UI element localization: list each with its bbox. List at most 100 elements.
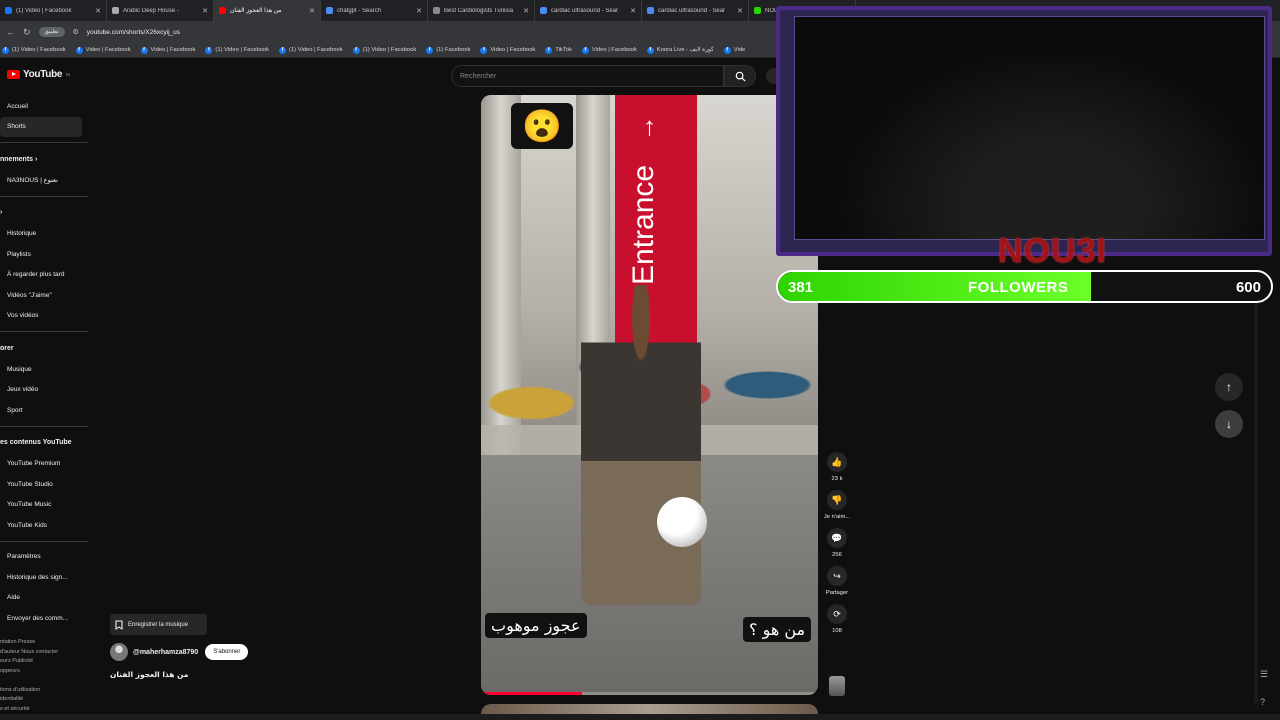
sidebar-item-help[interactable]: Aide (0, 588, 90, 609)
sidebar-item-feedback[interactable]: Envoyer des comm... (0, 608, 90, 629)
action-remix[interactable]: ⟳ 108 (827, 604, 847, 634)
bookmark-label: (1) Facebook (436, 47, 471, 53)
footer-link[interactable]: tions d'utilisation (0, 686, 90, 696)
sidebar-item-music[interactable]: Musique (0, 359, 90, 380)
video-title: من هذا العجوز الفنان (110, 670, 189, 679)
footer-link[interactable]: oppeurs (0, 667, 90, 677)
sidebar-heading-subscriptions[interactable]: nnements › (0, 148, 90, 170)
bookmark-item[interactable]: f (1) Video | Facebook (205, 46, 270, 54)
bookmark-item[interactable]: f Video | Facebook (480, 46, 535, 54)
browser-tab[interactable]: (1) Video | Facebook ✕ (0, 0, 107, 21)
browser-tab[interactable]: cardiac ultrasound - Sear ✕ (535, 0, 642, 21)
scrollbar[interactable] (1254, 303, 1258, 703)
sidebar-item-playlists[interactable]: Playlists (0, 244, 90, 265)
close-icon[interactable]: ✕ (95, 7, 101, 15)
app-chip[interactable]: تطبيق (38, 27, 65, 37)
footer-link[interactable]: d'auteur Nous contacter (0, 648, 90, 658)
subscribe-button[interactable]: S'abonner (205, 644, 249, 660)
share-icon[interactable]: ↪ (826, 566, 847, 586)
tab-title: Arabic Deep House - (123, 7, 179, 14)
close-icon[interactable]: ✕ (737, 7, 743, 15)
previous-short-button[interactable]: ↑ (1215, 373, 1243, 401)
save-music-button[interactable]: Enregistrer la musique (110, 614, 207, 635)
site-info-icon[interactable]: ⚙ (73, 28, 79, 36)
footer-link[interactable]: eurs Publicité (0, 657, 90, 667)
sidebar-item-kids[interactable]: YouTube Kids (0, 515, 90, 536)
bookmark-item[interactable]: f (1) Video | Facebook (352, 46, 416, 54)
search-input[interactable]: Rechercher (451, 65, 724, 87)
bookmark-item[interactable]: f Video | Facebook (140, 46, 195, 54)
channel-name[interactable]: @maherhamza8790 (133, 649, 198, 656)
action-thumb-down[interactable]: 👎 Je n'aim... (824, 490, 850, 520)
search-icon (735, 71, 746, 82)
browser-tab[interactable]: من هذا العجوز الفنان ✕ (214, 0, 321, 21)
sidebar-item-report-history[interactable]: Historique des sign... (0, 567, 90, 588)
close-icon[interactable]: ✕ (202, 7, 208, 15)
footer-link[interactable]: ntation Presse (0, 638, 90, 648)
bookmark-item[interactable]: f Video | Facebook (581, 46, 637, 54)
sidebar-item-watch-later[interactable]: À regarder plus tard (0, 265, 90, 286)
tab-title: (1) Video | Facebook (16, 7, 72, 14)
bookmark-item[interactable]: f (1) Video | Facebook (2, 46, 66, 54)
sidebar-item-subscription[interactable]: NA3NOUS | نعنوع (0, 170, 90, 191)
thumb-down-icon[interactable]: 👎 (827, 490, 847, 510)
browser-tab[interactable]: Arabic Deep House - ✕ (107, 0, 214, 21)
browser-tab[interactable]: cardiac ultrasound - Sear ✕ (642, 0, 749, 21)
sidebar-item-gaming[interactable]: Jeux vidéo (0, 380, 90, 401)
caption-right: من هو ؟ (743, 617, 812, 642)
bookmark-item[interactable]: f Vide (723, 46, 745, 54)
sidebar-item-your-videos[interactable]: Vos vidéos (0, 306, 90, 327)
sidebar-item-premium[interactable]: YouTube Premium (0, 454, 90, 475)
next-short-button[interactable]: ↓ (1215, 410, 1243, 438)
reload-icon[interactable]: ↻ (23, 27, 31, 38)
youtube-logo[interactable]: YouTube TN (7, 69, 70, 80)
close-icon[interactable]: ✕ (630, 7, 636, 15)
sidebar-item-music-app[interactable]: YouTube Music (0, 495, 90, 516)
footer-link[interactable]: identialité (0, 695, 90, 705)
thumb-up-icon[interactable]: 👍 (827, 452, 847, 472)
close-icon[interactable]: ✕ (416, 7, 422, 15)
bookmark-item[interactable]: f Video | Facebook (75, 46, 131, 54)
remix-icon[interactable]: ⟳ (827, 604, 847, 624)
video-progress-bar[interactable] (481, 692, 818, 695)
close-icon[interactable]: ✕ (309, 7, 315, 15)
browser-tab[interactable]: chatgpt - Search ✕ (321, 0, 428, 21)
bookmark-item[interactable]: f Koora Live - كورة لايف (646, 46, 714, 54)
bookmark-item[interactable]: f TikTok (545, 46, 572, 54)
action-comment[interactable]: 💬 256 (827, 528, 847, 558)
tab-favicon-icon (540, 7, 547, 14)
banner-arrow-icon: ↑ (643, 111, 656, 141)
sidebar-item-studio[interactable]: YouTube Studio (0, 474, 90, 495)
action-label: 256 (832, 552, 842, 558)
footer-link[interactable]: s et sécurité (0, 705, 90, 715)
sidebar-item-sport[interactable]: Sport (0, 400, 90, 421)
footer-link[interactable] (0, 676, 90, 686)
close-icon[interactable]: ✕ (523, 7, 529, 15)
back-icon[interactable]: ← (6, 27, 15, 37)
tab-title: cardiac ultrasound - Sear (551, 7, 619, 14)
action-label: Je n'aim... (823, 514, 851, 520)
sound-thumbnail[interactable] (829, 676, 845, 696)
sidebar-item-liked[interactable]: Vidéos "J'aime" (0, 285, 90, 306)
football (657, 497, 707, 547)
action-label: 108 (832, 628, 842, 634)
comment-icon[interactable]: 💬 (827, 528, 847, 548)
help-icon[interactable]: ? (1260, 688, 1268, 716)
url-field[interactable]: youtube.com/shorts/X26xcyij_us (87, 29, 180, 36)
bookmark-label: (1) Video | Facebook (215, 47, 270, 53)
action-share[interactable]: ↪ Partager (826, 566, 848, 596)
sidebar-item-shorts[interactable]: Shorts (0, 116, 82, 137)
bookmark-label: TikTok (555, 47, 572, 53)
sidebar-item-home[interactable]: Accueil (0, 96, 90, 117)
short-video-player[interactable]: ↑ Entrance 😮 عجوز موهوب من هو ؟ (481, 95, 818, 695)
search-button[interactable] (724, 65, 756, 87)
browser-tab[interactable]: Best Cardiologists Tunisia ✕ (428, 0, 535, 21)
sidebar-heading-you[interactable]: › (0, 202, 90, 224)
sidebar-item-history[interactable]: Historique (0, 224, 90, 245)
bookmark-item[interactable]: f (1) Video | Facebook (279, 46, 343, 54)
action-thumb-up[interactable]: 👍 23 k (827, 452, 847, 482)
filter-icon[interactable]: ☰ (1260, 660, 1268, 688)
avatar[interactable] (110, 643, 128, 661)
sidebar-item-settings[interactable]: Paramètres (0, 547, 90, 568)
bookmark-item[interactable]: f (1) Facebook (426, 46, 471, 54)
